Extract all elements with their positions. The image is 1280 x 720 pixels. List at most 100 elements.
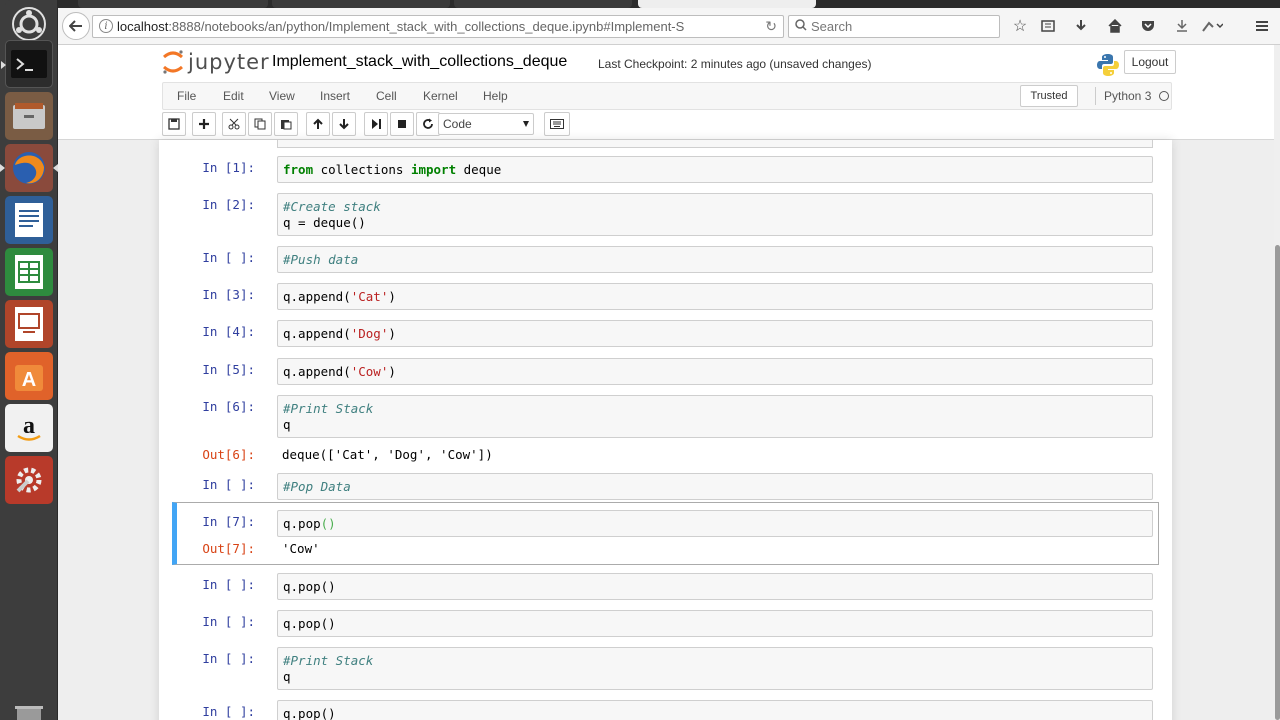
restart-kernel-button[interactable] [416, 112, 440, 136]
browser-tab-active[interactable] [638, 0, 816, 8]
reading-list-icon[interactable] [1034, 13, 1062, 39]
libreoffice-calc-icon[interactable] [5, 248, 53, 296]
code-token: #Create stack [283, 199, 381, 214]
code-token: ) [388, 326, 396, 341]
input-prompt: In [4]: [202, 324, 255, 339]
paste-button[interactable] [274, 112, 298, 136]
jupyter-logo[interactable]: jupyter [162, 49, 270, 75]
code-input[interactable]: q.pop() [277, 573, 1153, 600]
extension-icon[interactable] [1198, 13, 1226, 39]
code-input[interactable]: from collections import deque [277, 156, 1153, 183]
code-input[interactable]: #Print Stack q [277, 647, 1153, 690]
libreoffice-writer-icon[interactable] [5, 196, 53, 244]
code-input[interactable]: #Pop Data [277, 473, 1153, 500]
code-token: q.pop [283, 516, 321, 531]
kernel-idle-icon [1159, 91, 1169, 101]
url-host: localhost [117, 19, 169, 34]
search-input[interactable]: Search [788, 15, 1000, 38]
cut-button[interactable] [222, 112, 246, 136]
menu-file[interactable]: File [177, 89, 196, 103]
stop-icon [398, 120, 406, 128]
search-icon [795, 19, 807, 34]
menu-edit[interactable]: Edit [223, 89, 244, 103]
menu-insert[interactable]: Insert [320, 89, 350, 103]
code-line: q.append('Cat') [283, 289, 1147, 305]
notebook-container: In [1]: from collections import deque In [… [159, 140, 1172, 720]
output-prompt: Out[6]: [202, 447, 255, 462]
step-forward-icon [372, 119, 381, 129]
code-input[interactable]: q.pop() [277, 700, 1153, 720]
code-line: from collections import deque [283, 162, 1147, 178]
code-input[interactable]: q.pop() [277, 610, 1153, 637]
jupyter-header: jupyter Implement_stack_with_collections… [58, 45, 1274, 140]
home-icon[interactable] [1101, 13, 1129, 39]
interrupt-kernel-button[interactable] [390, 112, 414, 136]
code-token: ) [388, 364, 396, 379]
menu-view[interactable]: View [269, 89, 295, 103]
input-prompt: In [7]: [202, 514, 255, 529]
command-palette-button[interactable] [544, 112, 570, 136]
code-input[interactable]: #Create stack q = deque() [277, 193, 1153, 236]
refresh-icon [423, 118, 433, 129]
reload-icon[interactable]: ↻ [765, 18, 777, 35]
terminal-icon[interactable] [1, 40, 53, 88]
code-token: #Print Stack [283, 653, 374, 668]
scissors-icon [228, 118, 240, 130]
cell-type-value: Code [443, 117, 472, 131]
code-token: q.append( [283, 326, 351, 341]
code-input[interactable]: q.append('Cat') [277, 283, 1153, 310]
notebook-title[interactable]: Implement_stack_with_collections_deque [272, 53, 567, 71]
info-icon[interactable]: i [99, 19, 113, 33]
code-input[interactable]: q.pop() [277, 510, 1153, 537]
browser-tab[interactable] [454, 0, 632, 8]
jupyter-page: jupyter Implement_stack_with_collections… [58, 45, 1274, 720]
back-button[interactable] [62, 12, 90, 40]
code-token: q.append( [283, 364, 351, 379]
jupyter-wordmark: jupyter [188, 50, 270, 74]
amazon-icon[interactable]: a [5, 404, 53, 452]
code-token: q [283, 417, 291, 432]
code-line: #Print Stack [283, 401, 1147, 417]
logout-button[interactable]: Logout [1124, 50, 1176, 74]
firefox-icon[interactable] [0, 144, 58, 192]
move-up-button[interactable] [306, 112, 330, 136]
downloads-arrow-icon[interactable] [1168, 13, 1196, 39]
code-input[interactable]: #Print Stack q [277, 395, 1153, 438]
save-button[interactable] [162, 112, 186, 136]
menu-kernel[interactable]: Kernel [423, 89, 458, 103]
browser-tab[interactable] [272, 0, 450, 8]
pocket-icon[interactable] [1134, 13, 1162, 39]
system-settings-icon[interactable] [5, 456, 53, 504]
files-icon[interactable] [5, 92, 53, 140]
cell-type-select[interactable]: Code [438, 113, 534, 135]
input-prompt: In [ ]: [202, 250, 255, 265]
code-token: q = deque() [283, 215, 366, 230]
url-bar[interactable]: i localhost:8888/notebooks/an/python/Imp… [92, 15, 784, 38]
copy-button[interactable] [248, 112, 272, 136]
download-icon[interactable] [1067, 13, 1095, 39]
code-token: #Push data [283, 252, 359, 267]
code-token: 'Dog' [350, 326, 389, 341]
code-input[interactable]: q.append('Cow') [277, 358, 1153, 385]
software-center-icon[interactable]: A [5, 352, 53, 400]
python-logo-icon [1096, 53, 1120, 82]
browser-tab[interactable] [78, 0, 268, 8]
run-cell-button[interactable] [364, 112, 388, 136]
input-prompt: In [1]: [202, 160, 255, 175]
scrollbar-thumb[interactable] [1275, 245, 1280, 720]
code-input[interactable]: #Push data [277, 246, 1153, 273]
code-token: q.pop() [283, 616, 336, 631]
trusted-indicator[interactable]: Trusted [1020, 85, 1078, 107]
trash-icon[interactable] [5, 700, 53, 720]
insert-cell-button[interactable] [192, 112, 216, 136]
menu-help[interactable]: Help [483, 89, 508, 103]
code-input[interactable]: q.append('Dog') [277, 320, 1153, 347]
ubuntu-launcher: A a [0, 0, 58, 720]
menu-cell[interactable]: Cell [376, 89, 397, 103]
libreoffice-impress-icon[interactable] [5, 300, 53, 348]
code-token: q.pop() [283, 579, 336, 594]
move-down-button[interactable] [332, 112, 356, 136]
hamburger-menu-icon[interactable] [1248, 13, 1276, 39]
bookmark-star-icon[interactable]: ☆ [1006, 13, 1034, 39]
code-token: #Pop Data [283, 479, 351, 494]
